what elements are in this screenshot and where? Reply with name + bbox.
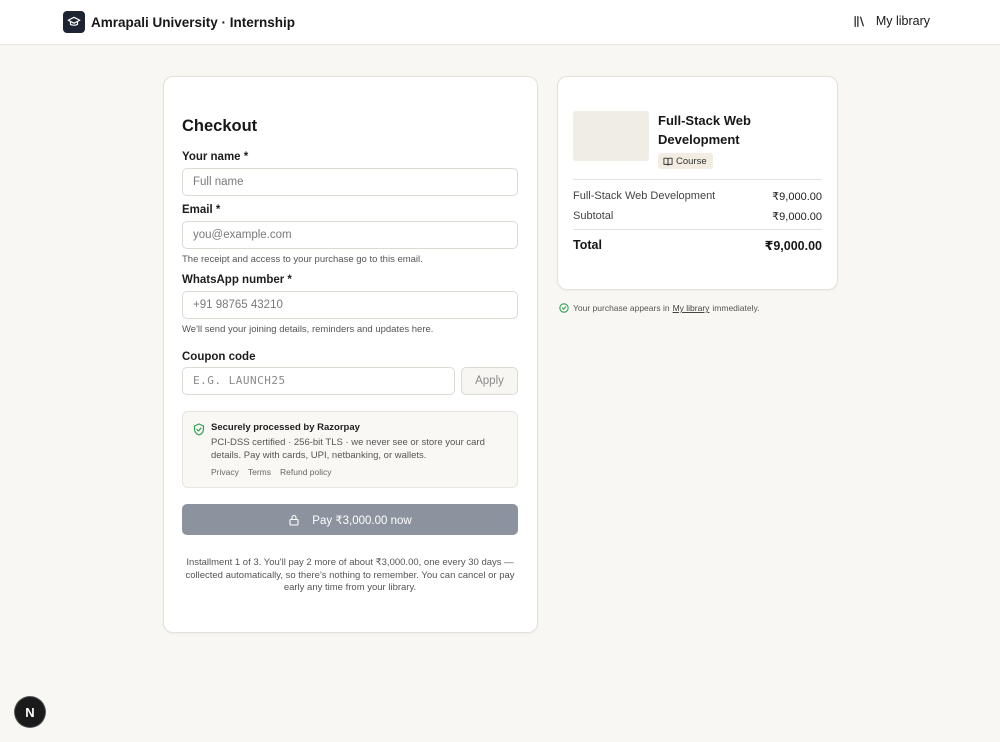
library-note-before: Your purchase appears in: [573, 303, 670, 313]
email-label: Email *: [182, 204, 221, 216]
apply-coupon-button[interactable]: Apply: [461, 367, 518, 395]
total-amount: ₹9,000.00: [764, 239, 822, 253]
pay-button[interactable]: Pay ₹3,000.00 now: [182, 504, 518, 535]
course-badge-label: Course: [676, 155, 707, 167]
book-icon: [663, 157, 673, 166]
dev-tools-badge[interactable]: N: [15, 697, 45, 727]
line-item-label: Full-Stack Web Development: [573, 190, 716, 202]
checkout-card: Checkout Your name * Full name Email * y…: [163, 76, 538, 633]
email-input[interactable]: you@example.com: [182, 221, 518, 249]
name-input[interactable]: Full name: [182, 168, 518, 196]
library-icon: [853, 15, 866, 28]
secure-title: Securely processed by Razorpay: [211, 422, 360, 433]
summary-divider-top: [573, 179, 822, 180]
whatsapp-label: WhatsApp number *: [182, 274, 292, 286]
pay-button-label: Pay ₹3,000.00 now: [312, 514, 412, 527]
secure-description: PCI-DSS certified · 256-bit TLS · we nev…: [211, 437, 485, 461]
subtotal-label: Subtotal: [573, 210, 614, 222]
line-item-amount: ₹9,000.00: [772, 191, 822, 203]
summary-line-item: Full-Stack Web Development ₹9,000.00: [573, 190, 822, 203]
library-note-link[interactable]: My library: [673, 303, 710, 313]
brand-name: Amrapali University · Internship: [91, 14, 296, 30]
secure-payment-box: Securely processed by Razorpay PCI-DSS c…: [182, 411, 518, 488]
course-badge: Course: [658, 153, 713, 169]
library-note-after: immediately.: [712, 303, 760, 313]
brand[interactable]: Amrapali University · Internship: [63, 11, 295, 33]
installment-note: Installment 1 of 3. You'll pay 2 more of…: [185, 557, 515, 593]
checkout-title: Checkout: [182, 117, 258, 135]
policy-links: Privacy Terms Refund policy: [211, 467, 332, 477]
name-label: Your name *: [182, 151, 249, 163]
whatsapp-help: We'll send your joining details, reminde…: [182, 324, 434, 335]
library-note: Your purchase appears in My library imme…: [559, 303, 759, 313]
lock-icon: [288, 514, 300, 526]
my-library-link[interactable]: My library: [853, 14, 930, 28]
coupon-label: Coupon code: [182, 351, 256, 363]
total-label: Total: [573, 238, 602, 252]
order-summary-card: Full-Stack Web Development Course Full-S…: [557, 76, 838, 290]
email-help: The receipt and access to your purchase …: [182, 254, 423, 265]
subtotal-amount: ₹9,000.00: [772, 211, 822, 223]
top-bar: Amrapali University · Internship My libr…: [0, 0, 1000, 45]
summary-total: Total ₹9,000.00: [573, 238, 822, 253]
terms-link[interactable]: Terms: [248, 467, 271, 477]
refund-policy-link[interactable]: Refund policy: [280, 467, 332, 477]
product-thumbnail: [573, 111, 649, 161]
coupon-input[interactable]: E.G. LAUNCH25: [182, 367, 455, 395]
product-title: Full-Stack Web Development: [658, 113, 751, 147]
privacy-link[interactable]: Privacy: [211, 467, 239, 477]
my-library-label: My library: [875, 14, 930, 28]
whatsapp-input[interactable]: +91 98765 43210: [182, 291, 518, 319]
summary-divider-bottom: [573, 229, 822, 230]
summary-subtotal: Subtotal ₹9,000.00: [573, 210, 822, 223]
shield-check-icon: [193, 423, 205, 441]
check-circle-icon: [559, 303, 569, 313]
graduation-cap-icon: [63, 11, 85, 33]
